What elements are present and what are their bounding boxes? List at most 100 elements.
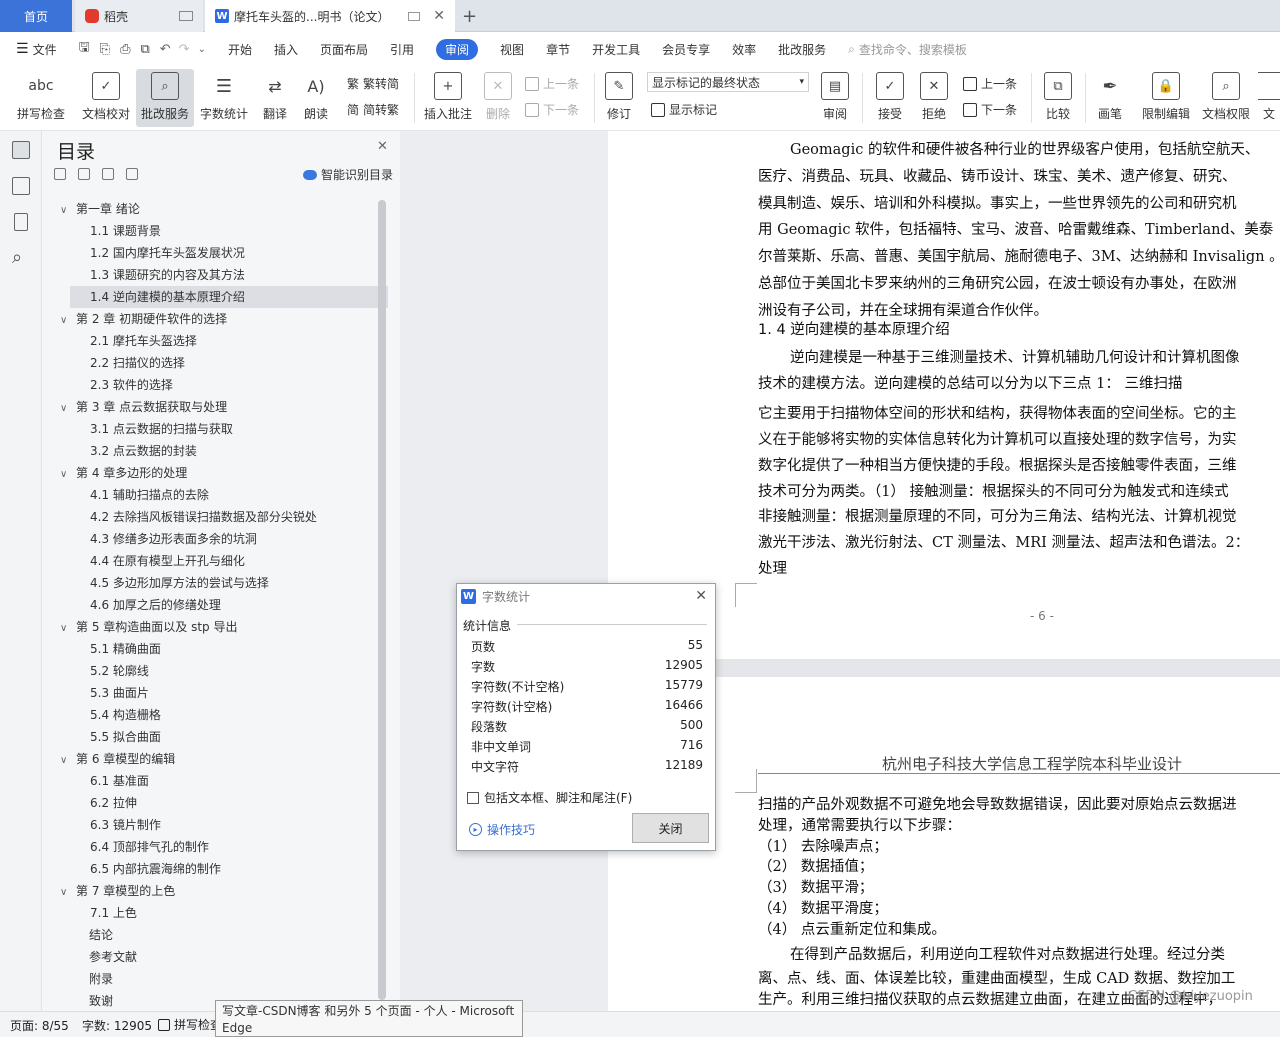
expand-all-icon[interactable] xyxy=(54,168,66,180)
chevron-down-icon[interactable]: ∨ xyxy=(60,618,70,640)
toc-item[interactable]: 5.5 拟合曲面 xyxy=(70,726,388,748)
dialog-titlebar[interactable]: W 字数统计 ✕ xyxy=(457,584,715,608)
smart-toc-button[interactable]: 智能识别目录 xyxy=(303,166,393,183)
tab-document[interactable]: W 摩托车头盔的...明书（论文） ✕ xyxy=(205,0,455,32)
export-icon[interactable]: ⎘ xyxy=(100,42,110,57)
prev-change-button[interactable]: 上一条 xyxy=(963,75,1017,92)
toc-chapter[interactable]: ∨ 第 6 章模型的编辑 xyxy=(60,748,378,770)
toc-item[interactable]: 结论 xyxy=(60,924,378,946)
correction-service-button[interactable]: ⌕ 批改服务 xyxy=(136,69,194,127)
toc-item[interactable]: 5.3 曲面片 xyxy=(70,682,388,704)
toc-item[interactable]: 3.2 点云数据的封装 xyxy=(70,440,388,462)
reject-button[interactable]: ✕ 拒绝 xyxy=(914,69,954,127)
undo-icon[interactable]: ↶ xyxy=(160,42,171,57)
toc-item[interactable]: 6.5 内部抗震海绵的制作 xyxy=(70,858,388,880)
show-markup-button[interactable]: 显示标记 xyxy=(651,101,717,118)
review-pane-button[interactable]: ▤ 审阅 xyxy=(815,69,855,127)
accept-button[interactable]: ✓ 接受 xyxy=(870,69,910,127)
spellcheck-status[interactable]: 拼写检查 xyxy=(158,1016,222,1033)
window-icon[interactable] xyxy=(408,11,421,21)
toc-item[interactable]: 2.2 扫描仪的选择 xyxy=(70,352,388,374)
toc-chapter[interactable]: ∨ 第一章 绪论 xyxy=(60,198,378,220)
search-icon[interactable]: ⌕ xyxy=(12,247,22,268)
toc-item[interactable]: 6.2 拉伸 xyxy=(70,792,388,814)
toc-item[interactable]: 1.2 国内摩托车头盔发展状况 xyxy=(70,242,388,264)
toc-item[interactable]: 3.1 点云数据的扫描与获取 xyxy=(70,418,388,440)
add-heading-icon[interactable] xyxy=(102,168,114,180)
include-textbox-checkbox[interactable]: 包括文本框、脚注和尾注(F) xyxy=(467,789,632,806)
menu-review[interactable]: 审阅 xyxy=(436,38,479,60)
menu-correction[interactable]: 批改服务 xyxy=(778,41,826,58)
menu-member[interactable]: 会员专享 xyxy=(662,41,710,58)
new-tab-icon[interactable]: + xyxy=(462,0,477,32)
spellcheck-button[interactable]: abc 拼写检查 xyxy=(10,69,72,127)
page-indicator[interactable]: 页面: 8/55 xyxy=(10,1017,69,1034)
toc-item[interactable]: 4.3 修缮多边形表面多余的坑洞 xyxy=(70,528,388,550)
window-icon[interactable] xyxy=(179,11,193,21)
prev-comment-button[interactable]: 上一条 xyxy=(525,75,579,92)
toc-item[interactable]: 2.3 软件的选择 xyxy=(70,374,388,396)
menu-devtools[interactable]: 开发工具 xyxy=(592,41,640,58)
delete-comment-button[interactable]: ✕ 删除 xyxy=(478,69,518,127)
toc-chapter[interactable]: ∨ 第 2 章 初期硬件软件的选择 xyxy=(60,308,378,330)
menu-start[interactable]: 开始 xyxy=(228,41,252,58)
simp-to-trad-button[interactable]: 简简转繁 xyxy=(347,101,399,118)
restrict-edit-button[interactable]: 🔒 限制编辑 xyxy=(1138,69,1194,127)
toc-item[interactable]: 2.1 摩托车头盔选择 xyxy=(70,330,388,352)
more-ribbon-button[interactable]: 文 xyxy=(1258,69,1280,127)
chevron-down-icon[interactable]: ∨ xyxy=(60,398,70,420)
toc-item[interactable]: 6.3 镜片制作 xyxy=(70,814,388,836)
close-icon[interactable]: ✕ xyxy=(377,139,388,154)
read-aloud-button[interactable]: A) 朗读 xyxy=(298,69,334,127)
tab-home[interactable]: 首页 xyxy=(0,0,72,32)
chevron-down-icon[interactable]: ∨ xyxy=(60,750,70,772)
menu-chapter[interactable]: 章节 xyxy=(546,41,570,58)
chevron-down-icon[interactable]: ∨ xyxy=(60,200,70,222)
remove-heading-icon[interactable] xyxy=(126,168,138,180)
save-icon[interactable]: 🖫 xyxy=(79,38,90,60)
toc-item[interactable]: 1.3 课题研究的内容及其方法 xyxy=(70,264,388,286)
toc-item[interactable]: 6.1 基准面 xyxy=(70,770,388,792)
menu-insert[interactable]: 插入 xyxy=(274,41,298,58)
collapse-all-icon[interactable] xyxy=(78,168,90,180)
toc-item[interactable]: 4.5 多边形加厚方法的尝试与选择 xyxy=(70,572,388,594)
doc-permission-button[interactable]: ⌕ 文档权限 xyxy=(1198,69,1254,127)
tips-link[interactable]: ▸ 操作技巧 xyxy=(469,821,535,838)
word-count-indicator[interactable]: 字数: 12905 xyxy=(82,1017,152,1034)
toc-scrollbar[interactable] xyxy=(378,200,386,1000)
compare-button[interactable]: ⧉ 比较 xyxy=(1038,69,1078,127)
close-button[interactable]: 关闭 xyxy=(632,813,709,843)
toc-item[interactable]: 5.2 轮廓线 xyxy=(70,660,388,682)
hamburger-icon[interactable]: ☰ xyxy=(16,41,29,57)
trad-to-simp-button[interactable]: 繁繁转简 xyxy=(347,75,399,92)
insert-comment-button[interactable]: + 插入批注 xyxy=(420,69,476,127)
checkbox-icon[interactable] xyxy=(467,791,479,804)
toc-chapter[interactable]: ∨ 第 5 章构造曲面以及 stp 导出 xyxy=(60,616,378,638)
toc-item[interactable]: 1.1 课题背景 xyxy=(70,220,388,242)
next-comment-button[interactable]: 下一条 xyxy=(525,101,579,118)
toc-chapter[interactable]: ∨ 第 7 章模型的上色 xyxy=(60,880,378,902)
ink-pen-button[interactable]: ✒ 画笔 xyxy=(1092,69,1128,127)
toc-item[interactable]: 参考文献 xyxy=(60,946,378,968)
command-search[interactable]: ⌕ 查找命令、搜索模板 xyxy=(848,41,967,58)
toc-item[interactable]: 5.1 精确曲面 xyxy=(70,638,388,660)
toc-item[interactable]: 4.4 在原有模型上开孔与细化 xyxy=(70,550,388,572)
toc-item[interactable]: 6.4 顶部排气孔的制作 xyxy=(70,836,388,858)
markup-state-select[interactable]: 显示标记的最终状态 ▾ xyxy=(647,72,809,92)
chevron-down-icon[interactable]: ∨ xyxy=(60,464,70,486)
toc-item[interactable]: 4.1 辅助扫描点的去除 xyxy=(70,484,388,506)
toc-item[interactable]: 附录 xyxy=(60,968,378,990)
chevron-down-icon[interactable]: ∨ xyxy=(60,882,70,904)
bookmark-icon[interactable] xyxy=(14,213,28,231)
print-icon[interactable]: ⎙ xyxy=(120,42,130,57)
chevron-down-icon[interactable]: ⌄ xyxy=(198,44,206,55)
menu-reference[interactable]: 引用 xyxy=(390,41,414,58)
redo-icon[interactable]: ↷ xyxy=(179,42,190,57)
toc-item[interactable]: 4.2 去除挡风板错误扫描数据及部分尖锐处 xyxy=(70,506,388,528)
toc-panel-icon[interactable] xyxy=(12,141,30,159)
thumbnail-icon[interactable] xyxy=(12,177,30,195)
translate-button[interactable]: ⇄ 翻译 xyxy=(255,69,295,127)
menu-file[interactable]: 文件 xyxy=(33,41,57,58)
next-change-button[interactable]: 下一条 xyxy=(963,101,1017,118)
close-icon[interactable]: ✕ xyxy=(695,588,707,604)
